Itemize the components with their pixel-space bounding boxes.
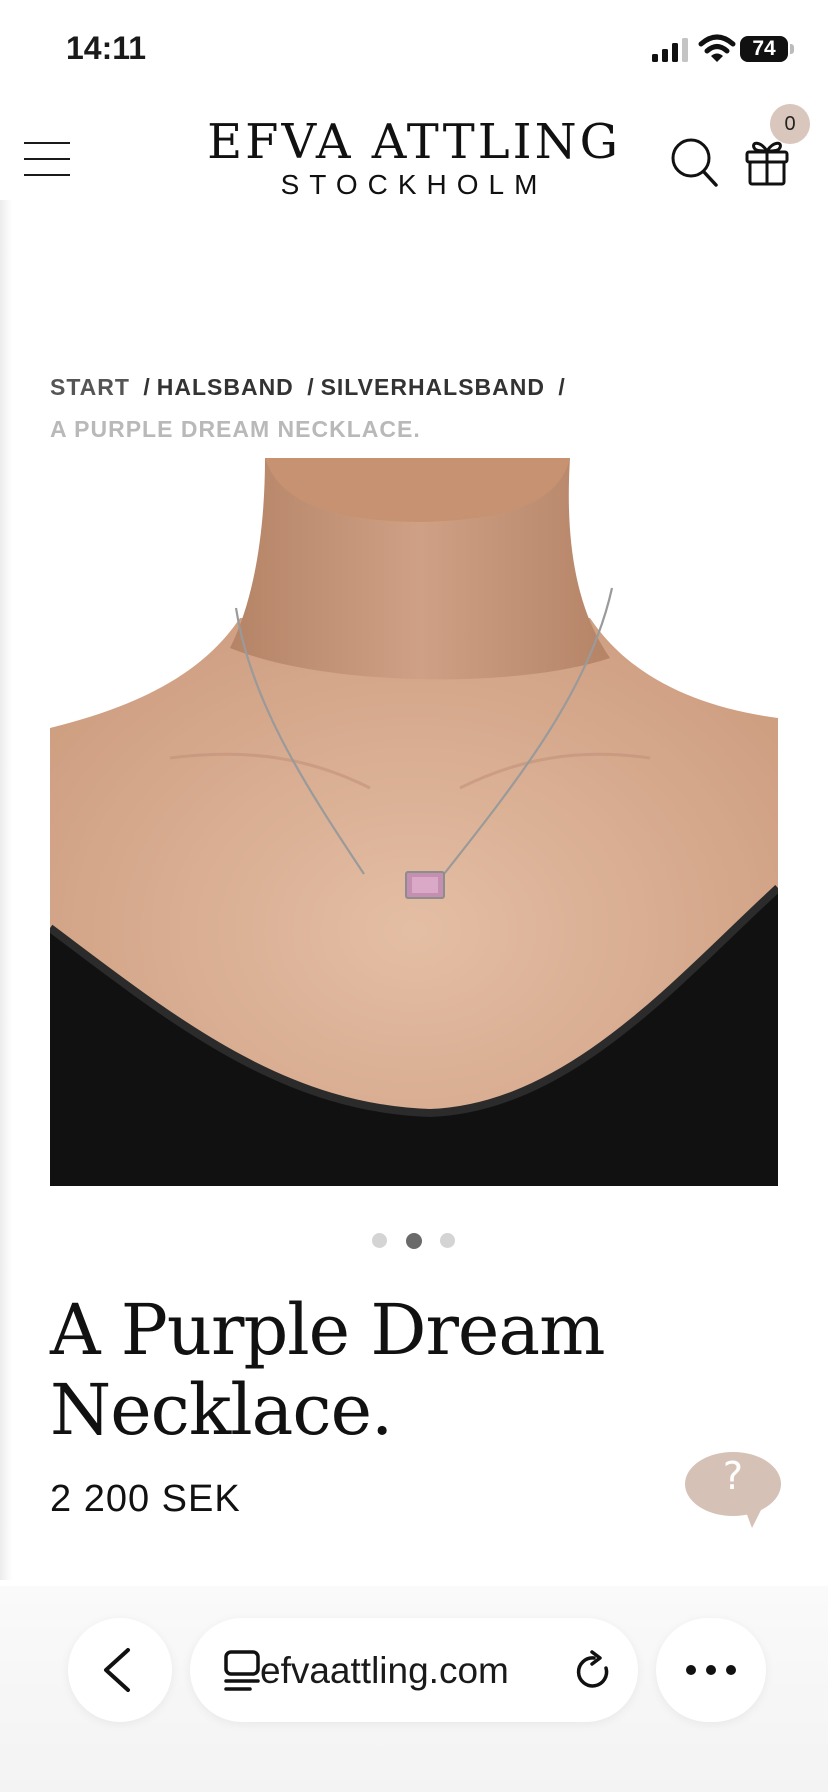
status-time: 14:11 (66, 30, 147, 66)
address-bar[interactable]: efvaattling.com (190, 1618, 638, 1722)
breadcrumb-separator: / (143, 374, 151, 400)
breadcrumb-silverhalsband[interactable]: SILVERHALSBAND (321, 374, 545, 400)
browser-back-button[interactable] (68, 1618, 172, 1722)
cellular-signal-icon (652, 38, 688, 62)
product-image[interactable] (50, 458, 778, 1186)
carousel-dot-3[interactable] (440, 1233, 455, 1248)
carousel-dot-1[interactable] (372, 1233, 387, 1248)
battery-level: 74 (740, 36, 788, 62)
product-title: A Purple Dream Necklace. (50, 1289, 605, 1451)
page-edge-shadow (0, 200, 12, 1580)
help-question-mark: ? (722, 1454, 744, 1498)
brand-logo[interactable]: EFVA ATTLING STOCKHOLM (200, 114, 628, 202)
chevron-left-icon (104, 1648, 130, 1692)
battery-indicator: 74 (740, 36, 794, 62)
page-menu-icon (224, 1650, 260, 1691)
image-carousel-dots (372, 1233, 456, 1249)
search-icon[interactable] (670, 136, 720, 188)
breadcrumb-halsband[interactable]: HALSBAND (157, 374, 294, 400)
product-price: 2 200 SEK (50, 1478, 241, 1520)
help-chat-button[interactable]: ? (684, 1450, 782, 1530)
reload-icon[interactable] (572, 1650, 616, 1694)
breadcrumb-separator: / (558, 374, 566, 400)
brand-name: EFVA ATTLING (207, 114, 621, 170)
hamburger-menu-icon[interactable] (24, 140, 70, 178)
url-text: efvaattling.com (260, 1650, 509, 1691)
status-bar: 14:11 74 (0, 0, 828, 96)
brand-city: STOCKHOLM (280, 169, 548, 200)
site-header: EFVA ATTLING STOCKHOLM 0 (0, 96, 828, 226)
browser-more-button[interactable] (656, 1618, 766, 1722)
ellipsis-icon (686, 1665, 736, 1675)
wifi-icon (698, 34, 736, 62)
battery-nub (790, 44, 794, 54)
cart-count-badge[interactable]: 0 (770, 104, 810, 144)
breadcrumb-current: A PURPLE DREAM NECKLACE. (50, 416, 421, 442)
breadcrumb: START / HALSBAND / SILVERHALSBAND / A PURP… (50, 366, 770, 450)
breadcrumb-start[interactable]: START (50, 374, 130, 400)
browser-toolbar: efvaattling.com (0, 1586, 828, 1792)
carousel-dot-2-active[interactable] (406, 1233, 422, 1249)
gift-cart-icon[interactable] (744, 136, 790, 186)
necklace-model-photo (50, 458, 778, 1186)
breadcrumb-separator: / (307, 374, 315, 400)
